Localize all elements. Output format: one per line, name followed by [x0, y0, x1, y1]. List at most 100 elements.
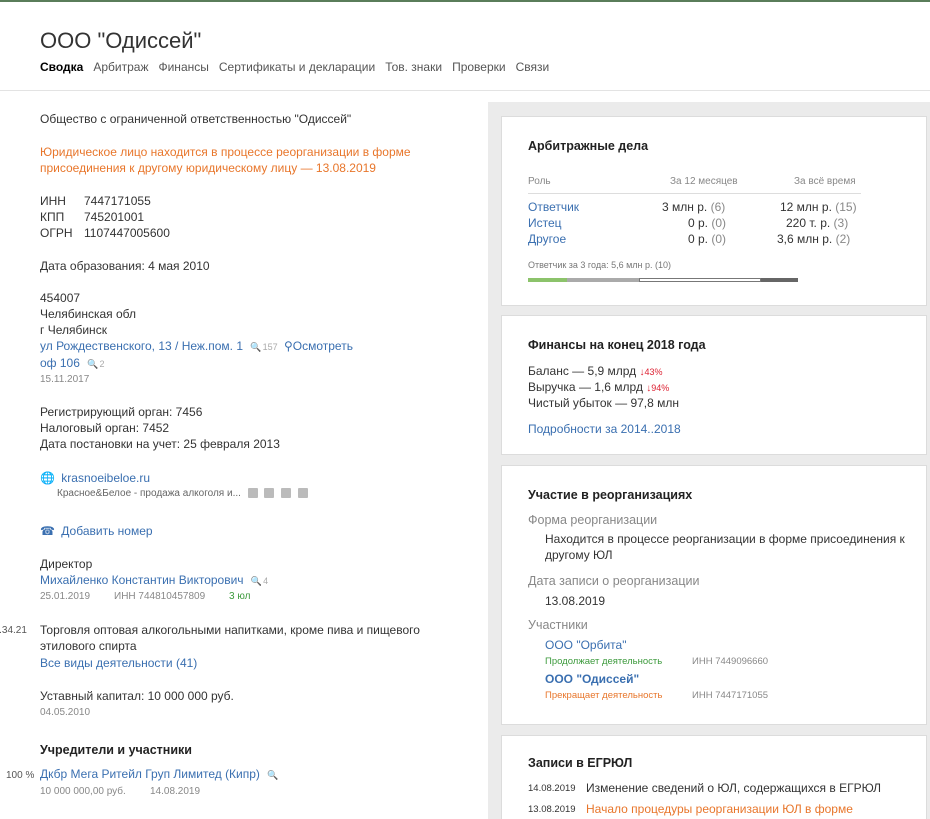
- right-panel: Арбитражные дела Роль За 12 месяцев За в…: [488, 102, 930, 819]
- tab-inspections[interactable]: Проверки: [452, 60, 506, 74]
- founder-share: 100 %: [6, 770, 35, 781]
- egrul-card: Записи в ЕГРЮЛ 14.08.2019 Изменение свед…: [501, 735, 927, 819]
- director-inn: ИНН 744810457809: [114, 591, 206, 602]
- bar-segment-green: [528, 278, 567, 282]
- tax-body: Налоговый орган: 7452: [40, 421, 170, 435]
- website-description: Красное&Белое - продажа алкоголя и...: [57, 488, 241, 499]
- tab-summary[interactable]: Сводка: [40, 60, 83, 74]
- director-name-link[interactable]: Михайленко Константин Викторович: [40, 573, 244, 587]
- arbitration-title: Арбитражные дела: [528, 139, 649, 153]
- arb-header-all: За всё время: [794, 176, 856, 187]
- reorg-form-label: Форма реорганизации: [528, 513, 658, 527]
- reorg-participants-label: Участники: [528, 618, 588, 632]
- director-count: 4: [263, 576, 269, 586]
- finance-balance-row: Баланс — 5,9 млрд ↓43%: [528, 364, 663, 378]
- search-icon[interactable]: 🔍: [87, 359, 98, 370]
- phone-icon: ☎: [40, 524, 55, 538]
- reorg-participant2-link[interactable]: ООО "Одиссей": [545, 672, 639, 686]
- arb-role-plaintiff[interactable]: Истец: [528, 216, 562, 230]
- tab-arbitration[interactable]: Арбитраж: [93, 60, 148, 74]
- search-icon[interactable]: 🔍: [251, 576, 262, 587]
- arb-other-all: 3,6 млн р. (2): [777, 232, 850, 246]
- address-office-count: 2: [99, 359, 105, 369]
- finance-title: Финансы на конец 2018 года: [528, 338, 706, 352]
- registration-body: Регистрирующий орган: 7456: [40, 405, 203, 419]
- reorg-participant2-inn: ИНН 7447171055: [692, 690, 769, 701]
- founder-name-link[interactable]: Дкбр Мега Ритейл Груп Лимитед (Кипр): [40, 767, 260, 781]
- address-date: 15.11.2017: [40, 374, 90, 385]
- kpp-label: КПП: [40, 210, 65, 224]
- odnoklassniki-icon[interactable]: [298, 488, 309, 499]
- director-companies[interactable]: 3 юл: [229, 591, 250, 602]
- website-link[interactable]: krasnoeibeloe.ru: [61, 471, 150, 485]
- add-phone-row[interactable]: ☎ Добавить номер: [40, 524, 153, 538]
- egrul-row2-text[interactable]: Начало процедуры реорганизации ЮЛ в форм…: [586, 802, 853, 816]
- arb-summary: Ответчик за 3 года: 5,6 млн р. (10): [528, 260, 672, 270]
- add-phone-link[interactable]: Добавить номер: [61, 524, 152, 538]
- bar-segment-white: [639, 278, 761, 282]
- arb-defendant-12m-count: (6): [710, 200, 726, 214]
- finance-revenue: Выручка — 1,6 млрд: [528, 380, 643, 394]
- arb-plaintiff-all: 220 т. р. (3): [786, 216, 848, 230]
- reorg-participant1-inn: ИНН 7449096660: [692, 656, 769, 667]
- vk-icon[interactable]: [247, 488, 258, 499]
- ogrn-value: 1107447005600: [84, 226, 170, 240]
- reorg-form-line1: Находится в процессе реорганизации в фор…: [545, 532, 905, 546]
- arb-defendant-12m-value: 3 млн р.: [662, 200, 708, 214]
- arb-plaintiff-12m-count: (0): [711, 216, 727, 230]
- address-street-link[interactable]: ул Рождественского, 13 / Неж.пом. 1: [40, 339, 243, 353]
- arb-plaintiff-12m: 0 р. (0): [688, 216, 726, 230]
- all-activities-link[interactable]: Все виды деятельности (41): [40, 656, 197, 670]
- arb-role-defendant[interactable]: Ответчик: [528, 200, 579, 214]
- arb-defendant-all-value: 12 млн р.: [780, 200, 832, 214]
- reorg-title: Участие в реорганизациях: [528, 488, 693, 502]
- arb-plaintiff-all-value: 220 т. р.: [786, 216, 831, 230]
- view-location-label: Осмотреть: [292, 339, 353, 353]
- tab-finance[interactable]: Финансы: [158, 60, 208, 74]
- inn-label: ИНН: [40, 194, 66, 208]
- tab-trademarks[interactable]: Тов. знаки: [385, 60, 442, 74]
- address-office-row: оф 106 🔍2: [40, 356, 104, 370]
- website-row: 🌐 krasnoeibeloe.ru: [40, 471, 150, 485]
- egrul-row1-text: Изменение сведений о ЮЛ, содержащихся в …: [586, 781, 882, 795]
- director-label: Директор: [40, 557, 93, 571]
- page-header: ООО "Одиссей" Сводка Арбитраж Финансы Се…: [0, 2, 930, 91]
- reorg-date: 13.08.2019: [545, 594, 606, 608]
- arb-defendant-all-count: (15): [835, 200, 857, 214]
- activity-line2: этилового спирта: [40, 639, 137, 653]
- activity-line1: Торговля оптовая алкогольными напитками,…: [40, 623, 420, 637]
- address-office-link[interactable]: оф 106: [40, 356, 80, 370]
- arbitration-card: Арбитражные дела Роль За 12 месяцев За в…: [501, 116, 927, 306]
- address-street-count: 157: [262, 342, 278, 352]
- bar-segment-gray: [567, 278, 639, 282]
- founder-amount: 10 000 000,00 руб.: [40, 786, 126, 797]
- address-zip: 454007: [40, 291, 81, 305]
- finance-card: Финансы на конец 2018 года Баланс — 5,9 …: [501, 315, 927, 455]
- capital-date: 04.05.2010: [40, 707, 91, 718]
- search-icon[interactable]: 🔍: [267, 770, 278, 781]
- arb-header-role: Роль: [528, 176, 551, 187]
- instagram-icon[interactable]: [281, 488, 292, 499]
- arb-defendant-12m: 3 млн р. (6): [662, 200, 725, 214]
- tab-connections[interactable]: Связи: [516, 60, 550, 74]
- reorg-participant1-status: Продолжает деятельность: [545, 656, 663, 667]
- page-title: ООО "Одиссей": [40, 28, 202, 53]
- arb-role-other[interactable]: Другое: [528, 232, 566, 246]
- finance-details-link[interactable]: Подробности за 2014..2018: [528, 422, 681, 436]
- reorg-participant1-link[interactable]: ООО "Орбита": [545, 638, 626, 652]
- globe-icon: 🌐: [40, 471, 55, 485]
- tax-registration-date: Дата постановки на учет: 25 февраля 2013: [40, 437, 280, 451]
- finance-balance: Баланс — 5,9 млрд: [528, 364, 637, 378]
- arb-other-12m: 0 р. (0): [688, 232, 726, 246]
- finance-balance-pct: 43%: [644, 367, 663, 377]
- okved-code-text: 46.34.21: [0, 625, 27, 636]
- tab-certificates[interactable]: Сертификаты и декларации: [219, 60, 375, 74]
- view-location-link[interactable]: ⚲Осмотреть: [284, 339, 353, 353]
- search-icon[interactable]: 🔍: [250, 342, 261, 353]
- facebook-icon[interactable]: [264, 488, 275, 499]
- arb-progress-bar: [528, 278, 798, 282]
- arb-other-12m-value: 0 р.: [688, 232, 709, 246]
- inn-value: 7447171055: [84, 194, 151, 208]
- address-city: г Челябинск: [40, 323, 107, 337]
- reorg-card: Участие в реорганизациях Форма реорганиз…: [501, 465, 927, 725]
